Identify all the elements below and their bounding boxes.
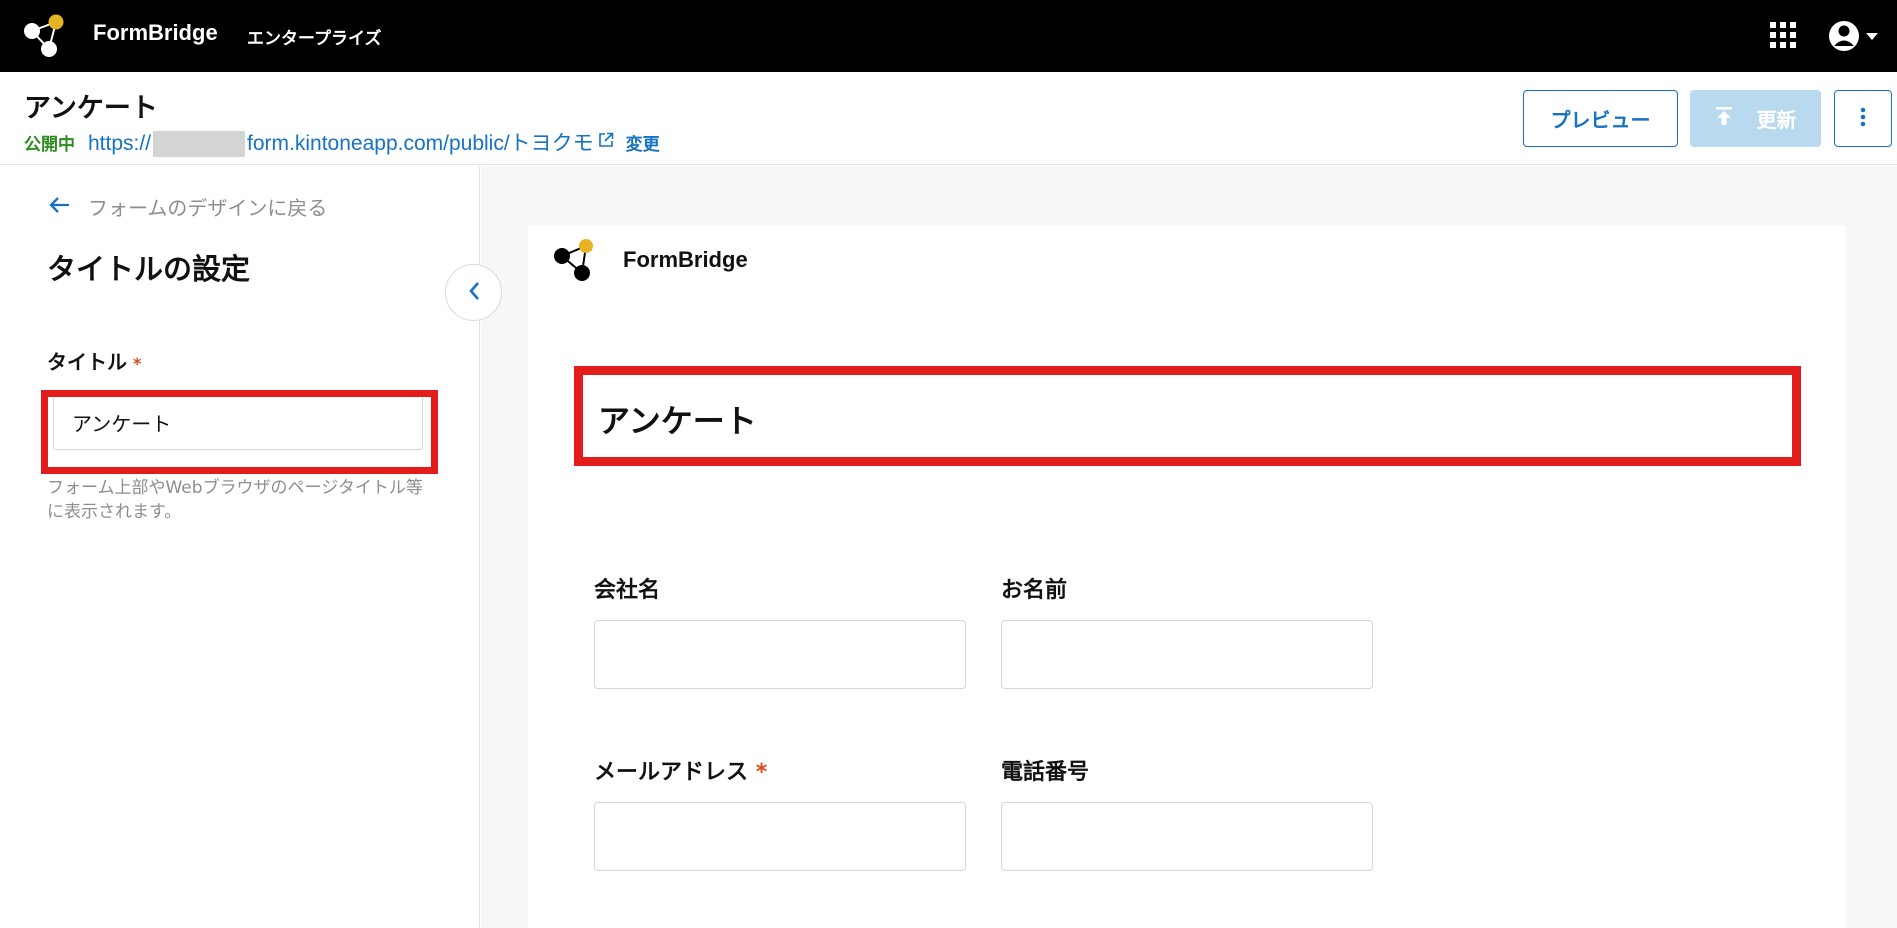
section-title: タイトルの設定: [47, 252, 251, 286]
name-field[interactable]: [1001, 620, 1373, 689]
company-name-field[interactable]: [594, 620, 966, 689]
required-mark: *: [133, 354, 142, 373]
settings-panel: フォームのデザインに戻る タイトルの設定 タイトル * フォーム上部やWebブラウ…: [0, 166, 480, 928]
page-header: アンケート 公開中 https:// form.kintoneapp.com/pu…: [0, 72, 1897, 165]
status-badge: 公開中: [24, 134, 75, 155]
update-button[interactable]: 更新: [1690, 90, 1821, 147]
back-label: フォームのデザインに戻る: [88, 196, 328, 220]
title-label-text: タイトル: [47, 350, 127, 374]
email-label-text: メールアドレス: [594, 760, 749, 785]
highlight-box-right: [574, 366, 1801, 466]
field-label-company: 会社名: [594, 578, 661, 603]
public-url-link[interactable]: https:// form.kintoneapp.com/public/トヨクモ: [88, 127, 594, 158]
publish-info: 公開中 https:// form.kintoneapp.com/public/ト…: [24, 127, 660, 158]
back-to-design-link[interactable]: フォームのデザインに戻る: [48, 192, 327, 221]
title-field-label: タイトル *: [47, 346, 141, 375]
phone-field[interactable]: [1001, 802, 1373, 871]
formbridge-logo-icon[interactable]: [22, 13, 70, 59]
external-link-icon[interactable]: [598, 132, 614, 152]
edition-label: エンタープライズ: [247, 29, 382, 49]
account-menu[interactable]: [1828, 18, 1884, 54]
field-label-phone: 電話番号: [1001, 760, 1090, 785]
required-mark: *: [755, 760, 768, 785]
top-bar: FormBridge エンタープライズ: [0, 0, 1897, 72]
field-label-email: メールアドレス *: [594, 754, 767, 786]
upload-icon: [1715, 106, 1733, 131]
change-url-link[interactable]: 変更: [626, 130, 660, 155]
form-title: アンケート: [598, 402, 757, 440]
chevron-left-icon: [468, 281, 480, 305]
update-label: 更新: [1756, 108, 1797, 132]
page-title: アンケート: [24, 93, 158, 124]
formbridge-logo-icon: [552, 238, 598, 284]
title-input[interactable]: [53, 394, 423, 450]
apps-grid-icon[interactable]: [1770, 22, 1796, 48]
email-field[interactable]: [594, 802, 966, 871]
arrow-left-icon: [48, 196, 70, 218]
more-options-button[interactable]: [1834, 90, 1892, 147]
url-prefix: https://: [88, 132, 152, 155]
brand-name: FormBridge: [93, 20, 218, 45]
more-vertical-icon: [1860, 107, 1866, 131]
form-preview-card: FormBridge アンケート 会社名 お名前 メールアドレス * 電話番号: [528, 225, 1846, 928]
preview-brand-name: FormBridge: [623, 247, 748, 272]
field-label-name: お名前: [1001, 578, 1068, 603]
url-suffix: form.kintoneapp.com/public/トヨクモ: [247, 132, 594, 155]
collapse-panel-button[interactable]: [445, 264, 502, 321]
help-text: フォーム上部やWebブラウザのページタイトル等に表示されます。: [47, 478, 423, 522]
redacted-mask: [153, 131, 246, 158]
preview-button[interactable]: プレビュー: [1523, 90, 1678, 147]
